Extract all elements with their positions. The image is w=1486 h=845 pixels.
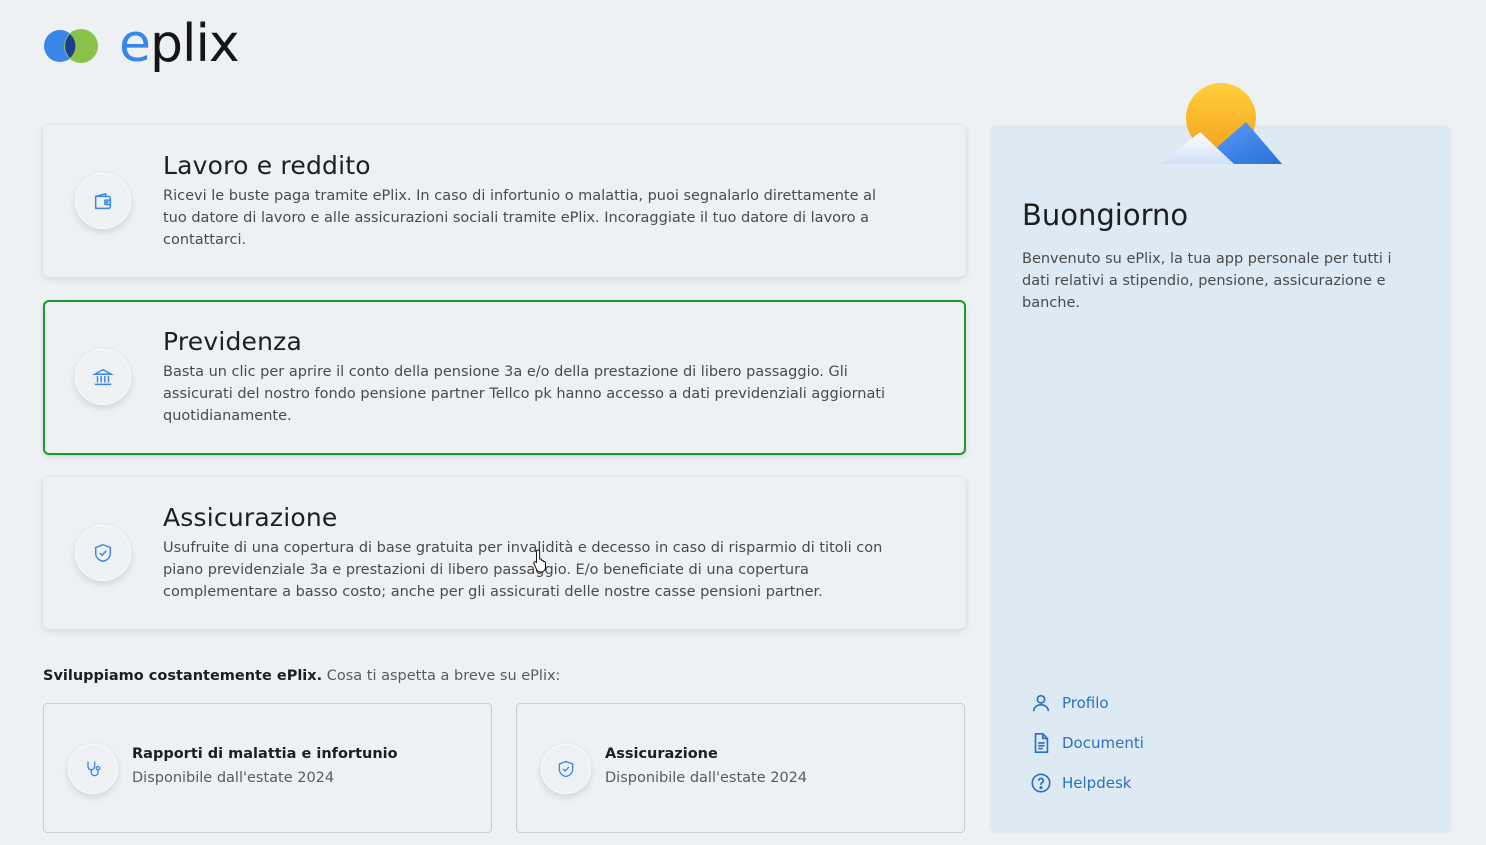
bank-icon [75,349,131,405]
helpdesk-link-label[interactable]: Helpdesk [1062,774,1131,792]
upcoming-subtitle: Disponibile dall'estate 2024 [605,770,808,786]
helpdesk-link[interactable]: Helpdesk [1030,772,1131,794]
upcoming-title: Rapporti di malattia e infortunio [132,746,398,762]
upcoming-card-assicurazione: Assicurazione Disponibile dall'estate 20… [516,703,965,833]
documents-link[interactable]: Documenti [1030,732,1144,754]
card-lavoro-e-reddito[interactable]: Lavoro e reddito Ricevi le buste paga tr… [43,125,966,277]
upcoming-card-malattia: Rapporti di malattia e infortunio Dispon… [43,703,492,833]
wallet-icon [75,173,131,229]
sun-mountain-illustration [1160,83,1282,164]
welcome-text: Benvenuto su ePlix, la tua app personale… [1022,251,1392,311]
user-icon [1032,694,1050,712]
greeting-title: Buongiorno [1022,198,1189,232]
shield-check-icon [541,744,591,794]
coming-soon-text: Sviluppiamo costantemente ePlix. Cosa ti… [43,668,561,684]
help-icon [1031,773,1051,793]
card-title: Lavoro e reddito [163,151,371,180]
shield-check-icon [75,525,131,581]
card-title: Previdenza [163,327,303,356]
card-description: Basta un clic per aprire il conto della … [163,364,886,424]
upcoming-subtitle: Disponibile dall'estate 2024 [132,770,335,786]
card-description: Ricevi le buste paga tramite ePlix. In c… [163,188,877,248]
eplix-logo[interactable]: eplix [43,14,240,74]
hand-cursor-icon [533,549,546,573]
profile-link-label[interactable]: Profilo [1062,694,1109,712]
upcoming-title: Assicurazione [605,746,718,762]
profile-link[interactable]: Profilo [1030,692,1109,714]
card-title: Assicurazione [163,503,338,532]
eplix-logo-icon [44,29,98,63]
stethoscope-icon [68,744,118,794]
document-icon [1034,733,1049,753]
card-assicurazione[interactable]: Assicurazione Usufruite di una copertura… [43,477,966,629]
documents-link-label[interactable]: Documenti [1062,734,1144,752]
card-previdenza[interactable]: Previdenza Basta un clic per aprire il c… [43,300,966,455]
eplix-wordmark: eplix [119,14,240,74]
